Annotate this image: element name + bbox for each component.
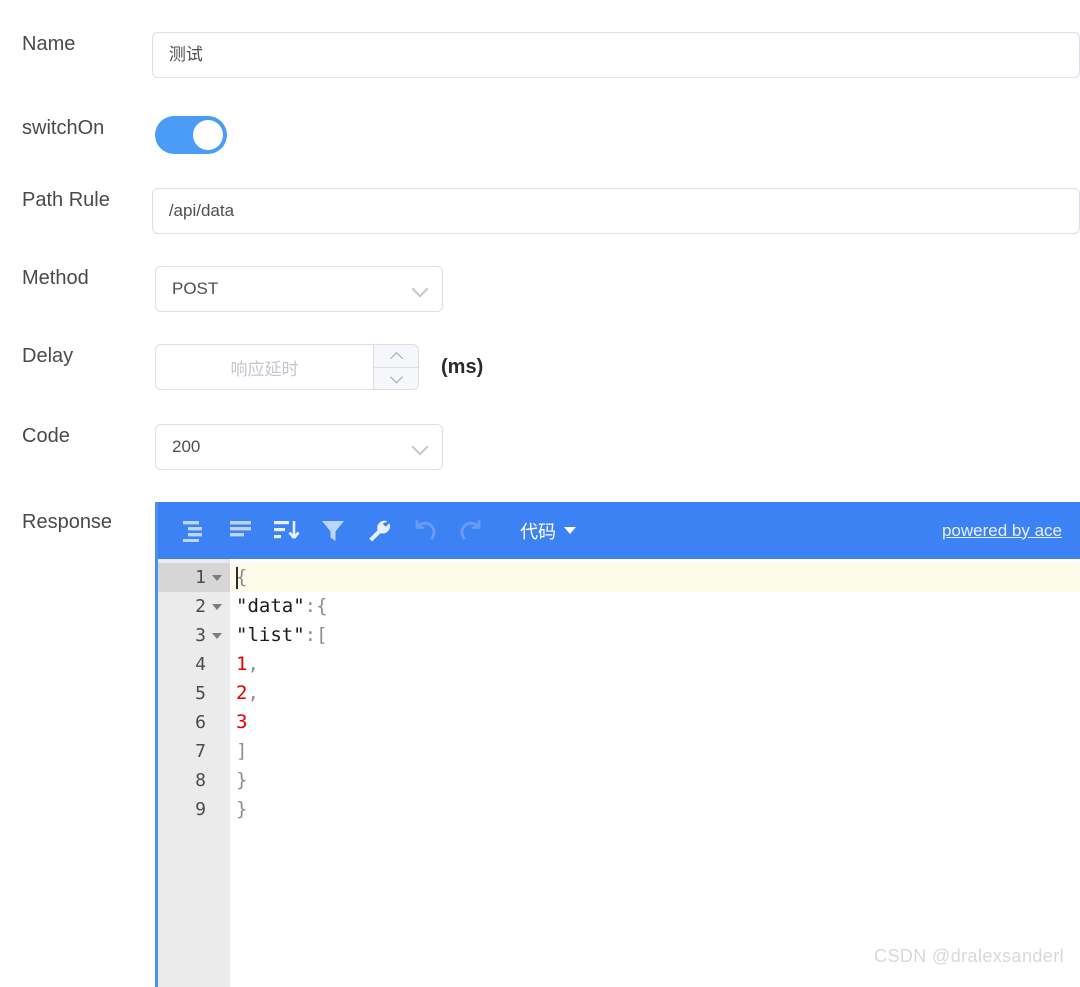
editor-mode-label: 代码 <box>520 521 556 542</box>
label-name: Name <box>22 33 76 55</box>
gutter-line[interactable]: 4 <box>158 650 230 679</box>
method-select-value: POST <box>172 279 219 298</box>
code-select-value: 200 <box>172 437 201 456</box>
label-switchon: switchOn <box>22 117 105 139</box>
filter-icon <box>322 520 344 541</box>
filter-button[interactable] <box>310 508 356 554</box>
line-number: 9 <box>195 799 206 820</box>
field-row-switchon: switchOn <box>0 116 1080 154</box>
gutter-line[interactable]: 2 <box>158 592 230 621</box>
chevron-down-icon <box>389 370 403 384</box>
undo-icon <box>415 519 436 539</box>
wrench-icon <box>369 520 390 541</box>
stepper-decrement-button[interactable] <box>374 366 418 390</box>
code-line[interactable]: "list": [ <box>230 621 1080 650</box>
code-line[interactable]: 2, <box>230 679 1080 708</box>
sort-button[interactable] <box>264 508 310 554</box>
code-line[interactable]: "data": { <box>230 592 1080 621</box>
code-line[interactable]: } <box>230 795 1080 824</box>
gutter-line[interactable]: 7 <box>158 737 230 766</box>
field-row-name: Name 测试 <box>0 32 1080 78</box>
redo-button[interactable] <box>448 508 494 554</box>
gutter-line[interactable]: 8 <box>158 766 230 795</box>
line-number: 2 <box>195 596 206 617</box>
code-line[interactable]: { <box>230 563 1080 592</box>
line-number: 6 <box>195 712 206 733</box>
line-number: 7 <box>195 741 206 762</box>
code-line[interactable]: 1, <box>230 650 1080 679</box>
method-select[interactable]: POST <box>155 266 443 312</box>
chevron-up-icon <box>389 352 403 365</box>
editor-mode-dropdown[interactable]: 代码 <box>520 518 576 544</box>
response-json-editor: 代码 powered by ace 1 2 3 4 5 6 7 8 9 { "data": { … <box>155 502 1080 987</box>
delay-input[interactable]: 响应延时 <box>155 344 373 390</box>
gutter-line[interactable]: 5 <box>158 679 230 708</box>
compact-icon <box>183 520 202 542</box>
fold-toggle-icon[interactable] <box>212 603 222 610</box>
redo-icon <box>460 519 481 539</box>
label-code: Code <box>22 425 70 447</box>
label-response: Response <box>22 511 113 533</box>
delay-stepper <box>373 344 419 390</box>
compact-button[interactable] <box>172 508 218 554</box>
caret-down-icon <box>564 527 576 534</box>
fold-toggle-icon[interactable] <box>212 632 222 639</box>
line-number: 1 <box>195 567 206 588</box>
line-number: 3 <box>195 625 206 646</box>
code-select[interactable]: 200 <box>155 424 443 470</box>
toggle-knob <box>193 120 223 150</box>
field-row-method: Method POST <box>0 266 1080 312</box>
format-button[interactable] <box>218 508 264 554</box>
delay-unit-label: (ms) <box>441 355 484 378</box>
field-row-code: Code 200 <box>0 424 1080 470</box>
field-row-path-rule: Path Rule /api/data <box>0 188 1080 234</box>
code-line[interactable]: ] <box>230 737 1080 766</box>
gutter-line[interactable]: 3 <box>158 621 230 650</box>
mock-rule-form: Name 测试 switchOn Path Rule /api/data Met… <box>0 0 1080 987</box>
sort-icon <box>274 520 300 539</box>
chevron-down-icon <box>412 281 428 297</box>
powered-by-ace-link[interactable]: powered by ace <box>942 521 1062 541</box>
path-rule-input[interactable]: /api/data <box>151 188 1080 234</box>
chevron-down-icon <box>412 439 428 455</box>
code-area[interactable]: { "data": { "list": [ 1, 2, 3 ] }} <box>230 559 1080 987</box>
label-delay: Delay <box>22 345 74 367</box>
delay-control: 响应延时 (ms) <box>155 344 483 390</box>
name-input[interactable]: 测试 <box>151 32 1080 78</box>
gutter-line[interactable]: 9 <box>158 795 230 824</box>
line-number: 5 <box>195 683 206 704</box>
code-line[interactable]: 3 <box>230 708 1080 737</box>
code-line[interactable]: } <box>230 766 1080 795</box>
editor-body[interactable]: 1 2 3 4 5 6 7 8 9 { "data": { "list": [ 1, 2, 3 … <box>158 559 1080 987</box>
undo-button[interactable] <box>402 508 448 554</box>
format-icon <box>230 520 251 536</box>
line-number-gutter: 1 2 3 4 5 6 7 8 9 <box>158 559 230 987</box>
stepper-increment-button[interactable] <box>374 345 418 367</box>
field-row-delay: Delay 响应延时 (ms) <box>0 344 1080 390</box>
line-number: 4 <box>195 654 206 675</box>
gutter-line[interactable]: 6 <box>158 708 230 737</box>
fold-toggle-icon[interactable] <box>212 574 222 581</box>
line-number: 8 <box>195 770 206 791</box>
editor-toolbar: 代码 powered by ace <box>158 502 1080 559</box>
switchon-toggle[interactable] <box>155 116 227 154</box>
label-method: Method <box>22 267 89 289</box>
label-path-rule: Path Rule <box>22 189 110 211</box>
gutter-line[interactable]: 1 <box>158 563 230 592</box>
transform-button[interactable] <box>356 508 402 554</box>
